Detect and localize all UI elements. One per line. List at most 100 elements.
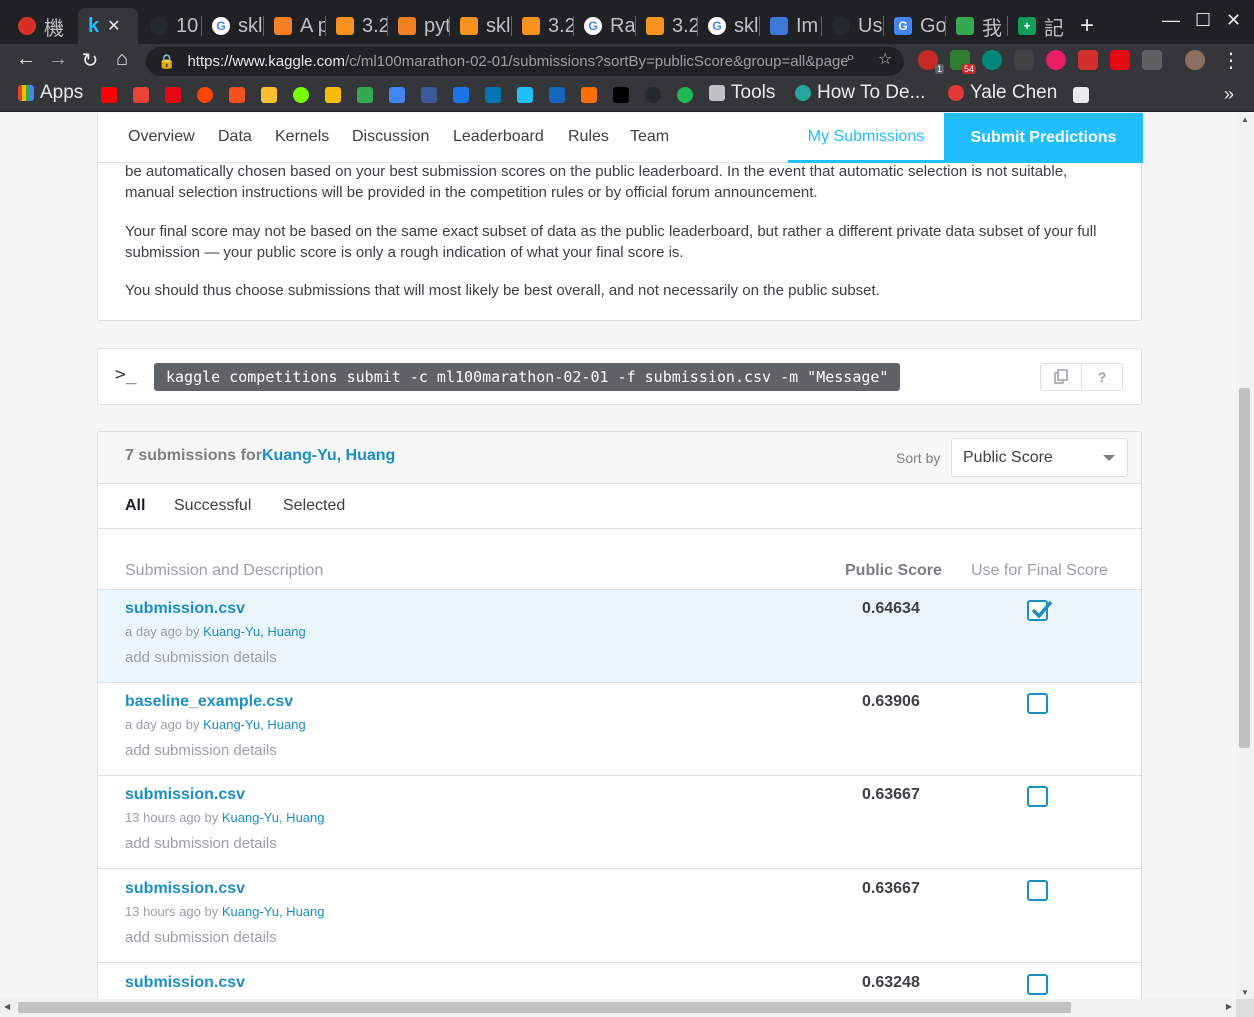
browser-tab[interactable]: Gskl xyxy=(698,8,760,44)
sort-select[interactable]: Public Score xyxy=(951,438,1128,477)
scroll-down-icon[interactable]: ▼ xyxy=(1241,988,1249,997)
add-details-link[interactable]: add submission details xyxy=(125,742,277,759)
tab-rules[interactable]: Rules xyxy=(568,128,609,146)
tab-leaderboard[interactable]: Leaderboard xyxy=(453,128,544,146)
author-link[interactable]: Kuang-Yu, Huang xyxy=(222,810,325,825)
filter-selected[interactable]: Selected xyxy=(283,497,345,515)
browser-tab[interactable]: skl xyxy=(450,8,512,44)
tab-kernels[interactable]: Kernels xyxy=(275,128,329,146)
filter-successful[interactable]: Successful xyxy=(174,497,251,515)
netflix-icon[interactable] xyxy=(165,87,181,103)
horizontal-scrollbar[interactable]: ◀ ▶ xyxy=(0,999,1236,1017)
extension-icon[interactable] xyxy=(1142,50,1162,70)
scrollbar-thumb[interactable] xyxy=(1239,388,1250,748)
reddit-icon[interactable] xyxy=(197,87,213,103)
submission-file-link[interactable]: baseline_example.csv xyxy=(125,693,293,711)
browser-tab[interactable]: 3.2 xyxy=(512,8,574,44)
browser-tab[interactable]: 10 xyxy=(140,8,202,44)
final-score-checkbox[interactable] xyxy=(1027,974,1048,995)
layers-icon[interactable] xyxy=(581,87,597,103)
browser-tab[interactable]: Im xyxy=(760,8,822,44)
minimize-icon[interactable]: — xyxy=(1162,10,1180,31)
column-header-public-score[interactable]: Public Score xyxy=(845,562,942,580)
extension-icon[interactable] xyxy=(1078,50,1098,70)
menu-icon[interactable]: ⋮ xyxy=(1218,48,1244,73)
browser-tab[interactable]: 3.2 xyxy=(636,8,698,44)
medium-icon[interactable] xyxy=(613,87,629,103)
browser-tab[interactable]: 機 xyxy=(8,8,80,44)
bookmark-folder-tools[interactable]: Tools xyxy=(709,82,775,104)
filter-all[interactable]: All xyxy=(125,497,145,515)
calendar-icon[interactable] xyxy=(453,87,469,103)
browser-tab[interactable]: G Ra xyxy=(574,8,636,44)
spotify-icon[interactable] xyxy=(677,87,693,103)
scroll-left-icon[interactable]: ◀ xyxy=(4,1002,10,1011)
submit-predictions-button[interactable]: Submit Predictions xyxy=(944,113,1143,163)
scroll-up-icon[interactable]: ▲ xyxy=(1241,115,1249,124)
scrollbar-thumb[interactable] xyxy=(18,1002,1071,1013)
google-drive-icon[interactable] xyxy=(325,87,341,103)
linkedin-icon[interactable] xyxy=(485,87,501,103)
tab-close-icon[interactable]: ✕ xyxy=(107,16,120,36)
extension-icon[interactable] xyxy=(1014,50,1034,70)
close-window-icon[interactable]: ✕ xyxy=(1226,10,1241,31)
browser-tab[interactable]: + 記 xyxy=(1008,8,1070,44)
browser-tab[interactable]: 我 xyxy=(946,8,1008,44)
submission-file-link[interactable]: submission.csv xyxy=(125,786,245,804)
github-icon[interactable] xyxy=(645,87,661,103)
extension-icon[interactable]: 1 xyxy=(918,50,944,74)
keep-icon[interactable] xyxy=(261,87,277,103)
tab-my-submissions[interactable]: My Submissions xyxy=(788,113,944,163)
copy-icon[interactable] xyxy=(1041,364,1081,390)
address-bar[interactable]: 🔒 https://www.kaggle.com/c/ml100marathon… xyxy=(146,47,904,76)
browser-tab[interactable]: Us xyxy=(822,8,884,44)
youtube-icon[interactable] xyxy=(101,87,117,103)
forward-icon[interactable]: → xyxy=(45,48,71,71)
api-command[interactable]: kaggle competitions submit -c ml100marat… xyxy=(154,363,901,391)
submission-file-link[interactable]: submission.csv xyxy=(125,600,245,618)
tab-overview[interactable]: Overview xyxy=(128,128,195,146)
help-icon[interactable]: ? xyxy=(1081,364,1122,390)
final-score-checkbox[interactable] xyxy=(1027,880,1048,901)
browser-tab[interactable]: pyt xyxy=(388,8,450,44)
final-score-checkbox[interactable] xyxy=(1027,600,1053,621)
bookmark-star-icon[interactable]: ☆ xyxy=(878,49,892,69)
kaggle-icon[interactable] xyxy=(517,87,533,103)
bookmark-yale-chen[interactable]: Yale Chen xyxy=(948,82,1057,104)
more-bookmarks-icon[interactable]: » xyxy=(1224,84,1234,105)
browser-tab[interactable]: 3.2 xyxy=(326,8,388,44)
gmail-icon[interactable] xyxy=(133,87,149,103)
smile-icon[interactable] xyxy=(293,87,309,103)
add-details-link[interactable]: add submission details xyxy=(125,835,277,852)
reload-icon[interactable]: ↻ xyxy=(77,48,103,73)
new-tab-icon[interactable]: + xyxy=(1080,12,1094,40)
tab-discussion[interactable]: Discussion xyxy=(352,128,429,146)
extension-icon[interactable]: 54 xyxy=(950,50,976,74)
final-score-checkbox[interactable] xyxy=(1027,786,1048,807)
add-details-link[interactable]: add submission details xyxy=(125,649,277,666)
vertical-scrollbar[interactable]: ▲ ▼ xyxy=(1236,113,1254,999)
bookmark-icon[interactable] xyxy=(1073,87,1089,103)
submission-file-link[interactable]: submission.csv xyxy=(125,880,245,898)
bookmark-howto[interactable]: How To De... xyxy=(795,82,925,104)
zoom-icon[interactable]: ⌕ xyxy=(846,49,855,67)
author-link[interactable]: Kuang-Yu, Huang xyxy=(203,717,306,732)
tab-data[interactable]: Data xyxy=(218,128,252,146)
extension-icon[interactable] xyxy=(982,50,1002,70)
browser-tab-active[interactable]: k ✕ xyxy=(78,8,138,44)
tab-team[interactable]: Team xyxy=(630,128,669,146)
avatar[interactable] xyxy=(1185,50,1205,70)
netflix-icon[interactable] xyxy=(1110,50,1130,70)
google-translate-icon[interactable] xyxy=(389,87,405,103)
add-details-link[interactable]: add submission details xyxy=(125,929,277,946)
google-maps-icon[interactable] xyxy=(357,87,373,103)
facebook-icon[interactable] xyxy=(421,87,437,103)
browser-tab[interactable]: Gskl xyxy=(202,8,264,44)
building-icon[interactable] xyxy=(549,87,565,103)
maximize-icon[interactable]: ☐ xyxy=(1195,10,1211,31)
browser-tab[interactable]: G Go xyxy=(884,8,946,44)
bag-icon[interactable] xyxy=(229,87,245,103)
home-icon[interactable]: ⌂ xyxy=(109,48,135,71)
dark-mode-icon[interactable] xyxy=(1046,50,1066,70)
final-score-checkbox[interactable] xyxy=(1027,693,1048,714)
